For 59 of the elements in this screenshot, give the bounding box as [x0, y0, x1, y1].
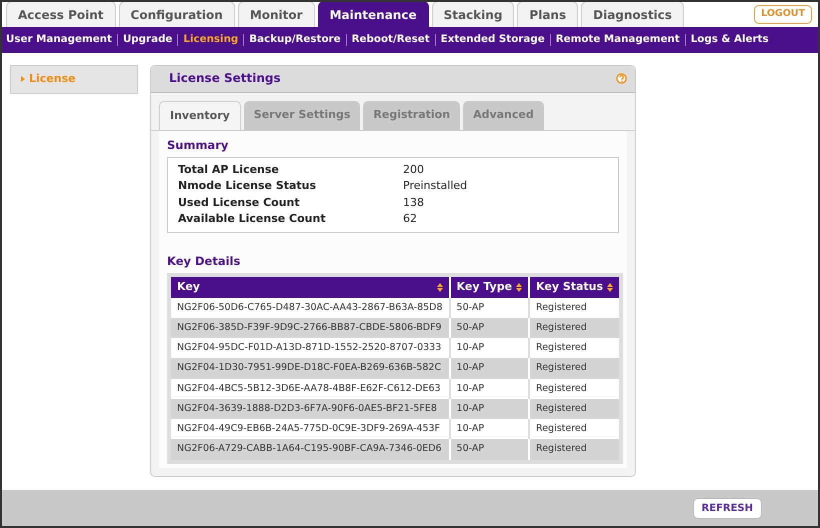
table-cell: Registered [529, 419, 622, 440]
column-header[interactable]: Key Type [450, 275, 530, 298]
nav-tab[interactable]: Plans [517, 2, 578, 27]
chevron-icon [21, 76, 25, 82]
nav-tab[interactable]: Maintenance [318, 2, 429, 27]
sort-icon[interactable] [516, 282, 522, 292]
sort-icon[interactable] [607, 282, 614, 292]
nav-tab[interactable]: Monitor [238, 2, 315, 27]
nav-tab[interactable]: Configuration [118, 2, 235, 27]
table-cell: 10-AP [450, 398, 530, 419]
table-cell: Registered [529, 358, 622, 378]
section-title: Summary [167, 136, 230, 154]
table-cell: NG2F04-3639-1888-D2D3-6F7A-90F6-0AE5-BF21-5FE8 [169, 398, 450, 419]
nav-tab[interactable]: Diagnostics [581, 2, 684, 27]
sort-icon[interactable] [436, 282, 443, 292]
table-cell: NG2F04-49C9-EB6B-24A5-775D-0C9E-3DF9-269A-453F [169, 419, 450, 440]
submenu-link[interactable]: Upgrade [122, 32, 172, 48]
table-cell: 10-AP [450, 358, 530, 378]
refresh-button[interactable]: REFRESH [692, 498, 762, 518]
nav-tab[interactable]: Stacking [432, 2, 514, 27]
submenu-link[interactable]: Logs & Alerts [690, 32, 769, 48]
field-value: 138 [403, 194, 424, 211]
table-cell: 50-AP [450, 298, 530, 318]
nav-tab[interactable]: Access Point [6, 2, 116, 27]
submenu-link[interactable]: Remote Management [556, 32, 680, 48]
table-cell: Registered [529, 378, 622, 399]
table-cell: Registered [529, 338, 622, 358]
submenu-link[interactable]: User Management [6, 32, 112, 48]
field-value: 200 [403, 162, 424, 178]
field-value: Preinstalled [403, 178, 468, 194]
table-cell: 50-AP [450, 439, 530, 462]
table-cell: NG2F06-385D-F39F-9D9C-2766-BB87-CBDE-5806-BDF9 [169, 318, 450, 338]
table-cell: NG2F04-95DC-F01D-A13D-871D-1552-2520-8707-0333 [169, 338, 450, 358]
table-cell: Registered [529, 439, 622, 462]
submenu-link[interactable]: Reboot/Reset [352, 32, 430, 48]
panel-title: License Settings [169, 70, 281, 87]
submenu-link[interactable]: Extended Storage [440, 32, 545, 48]
field-label: Nmode License Status [178, 178, 318, 194]
field-label: Used License Count [178, 194, 301, 211]
field-value: 62 [403, 211, 417, 228]
submenu-link[interactable]: Licensing [183, 32, 238, 48]
table-cell: Registered [529, 318, 622, 338]
table-cell: NG2F06-50D6-C765-D487-30AC-AA43-2867-B63A-85D8 [169, 298, 450, 318]
table-cell: NG2F04-1D30-7951-99DE-D18C-F0EA-B269-636B-582C [169, 358, 450, 378]
table-cell: NG2F06-A729-CABB-1A64-C195-90BF-CA9A-7346-0ED6 [169, 439, 450, 462]
table-cell: 10-AP [450, 419, 530, 440]
column-header[interactable]: Key Status [529, 275, 622, 298]
section-title: Key Details [167, 252, 242, 270]
field-label: Total AP License [178, 162, 280, 178]
table-cell: Registered [529, 398, 622, 419]
column-header[interactable]: Key [169, 275, 450, 298]
table-cell: Registered [529, 298, 622, 318]
table-cell: 10-AP [450, 338, 530, 358]
table-cell: 10-AP [450, 378, 530, 399]
field-label: Available License Count [178, 211, 327, 228]
submenu-link[interactable]: Backup/Restore [249, 32, 341, 48]
tab[interactable]: Inventory [159, 101, 241, 130]
table-cell: 50-AP [450, 318, 530, 338]
table-cell: NG2F04-4BC5-5B12-3D6E-AA78-4B8F-E62F-C612-DE63 [169, 378, 450, 399]
